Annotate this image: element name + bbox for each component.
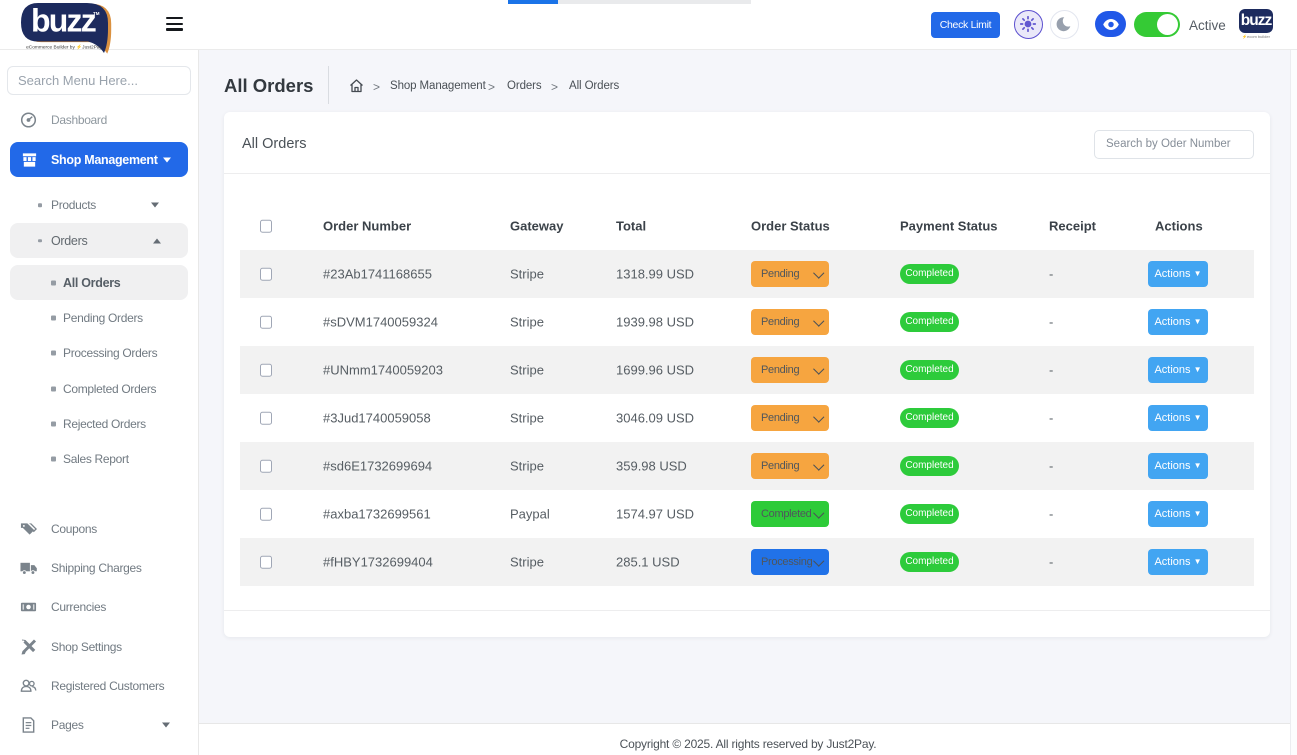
svg-text:buzz: buzz (31, 3, 96, 39)
svg-text:eCommerce Builder by ⚡Just2Pay: eCommerce Builder by ⚡Just2Pay (26, 44, 102, 51)
svg-text:TM: TM (93, 11, 100, 16)
